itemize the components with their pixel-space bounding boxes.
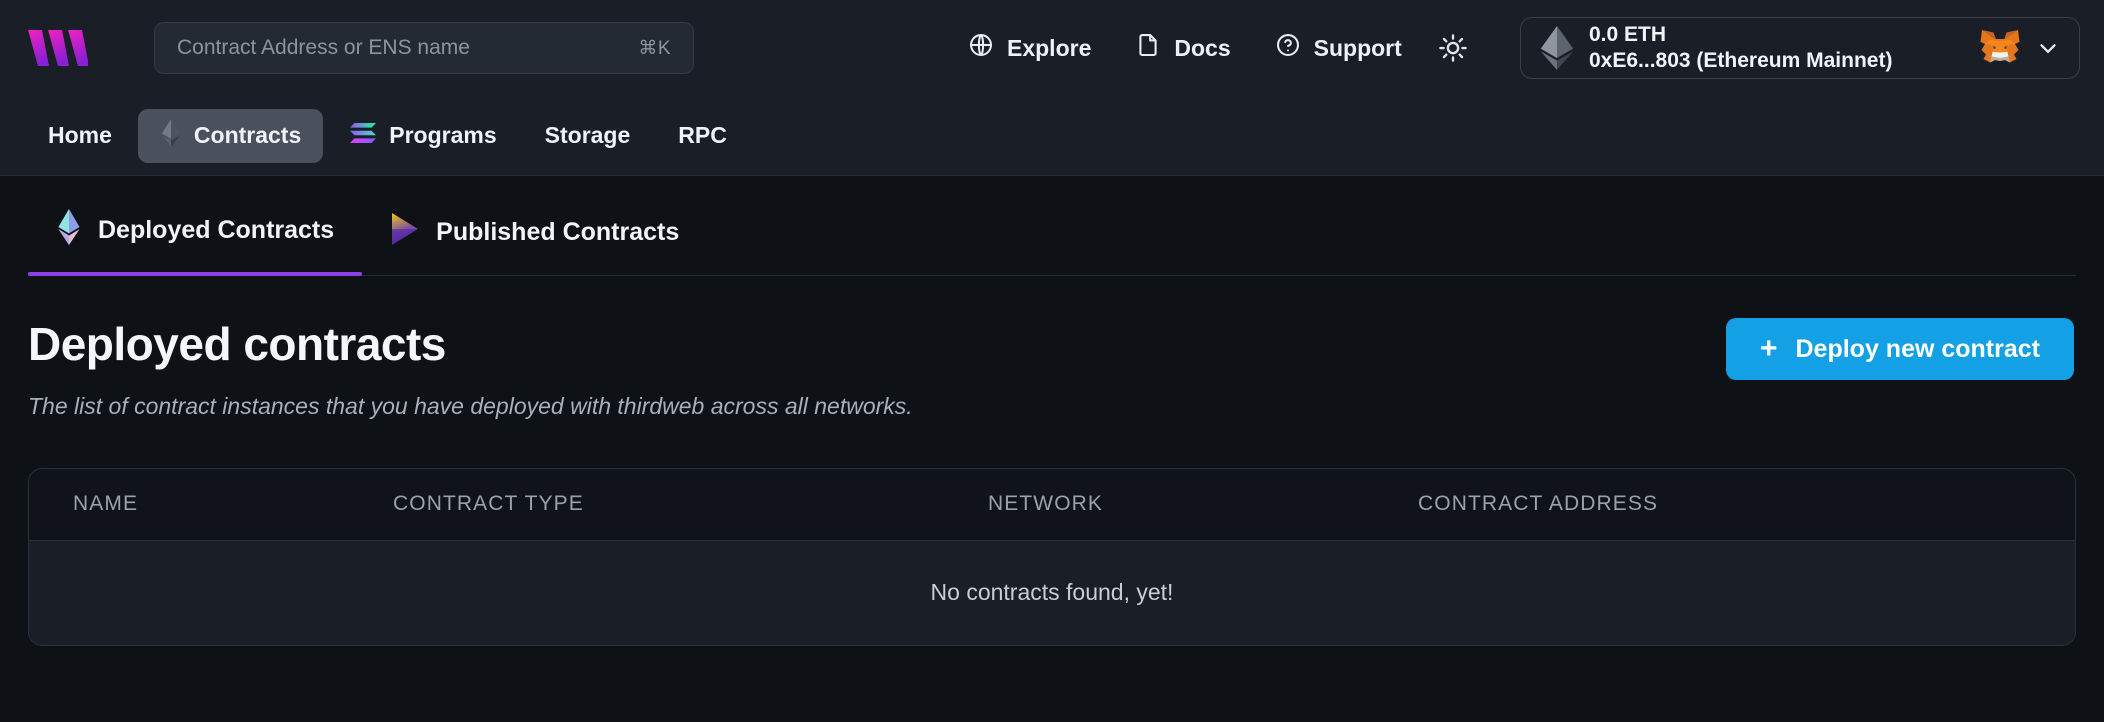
ethereum-icon (160, 118, 182, 154)
tab-label-deployed-contracts: Deployed Contracts (98, 216, 335, 244)
deployed-contracts-table: NAME CONTRACT TYPE NETWORK CONTRACT ADDR… (28, 467, 2076, 646)
topnav-item-explore[interactable]: Explore (968, 32, 1091, 64)
topnav-label-docs: Docs (1174, 34, 1231, 61)
solana-icon (349, 122, 377, 150)
subnav-label-programs: Programs (389, 122, 497, 148)
subnav-item-home[interactable]: Home (26, 109, 134, 163)
page-title: Deployed contracts (28, 318, 446, 370)
subnav-label-home: Home (48, 122, 112, 148)
subnav-label-rpc: RPC (678, 122, 727, 148)
page-header: Deployed contracts The list of contract … (28, 276, 2076, 420)
wallet-balance: 0.0 ETH (1589, 23, 1667, 47)
subnav-item-storage[interactable]: Storage (523, 109, 653, 163)
tab-label-published-contracts: Published Contracts (436, 218, 680, 246)
tab-published-contracts[interactable]: Published Contracts (362, 212, 707, 275)
page-header-text: Deployed contracts The list of contract … (28, 318, 913, 420)
deploy-button-label: Deploy new contract (1795, 334, 2041, 363)
top-nav: Explore Docs Support (968, 32, 1402, 64)
tab-deployed-contracts[interactable]: Deployed Contracts (28, 208, 363, 276)
document-icon (1135, 32, 1161, 64)
top-bar: ⌘K Explore Docs (0, 0, 2104, 96)
thirdweb-logo[interactable] (26, 26, 88, 70)
topnav-item-docs[interactable]: Docs (1135, 32, 1231, 64)
search-input[interactable] (177, 36, 639, 60)
ethereum-icon (1540, 26, 1574, 70)
page-subtitle: The list of contract instances that you … (28, 392, 913, 419)
plus-icon: + (1759, 332, 1778, 365)
ethereum-colored-icon (56, 208, 82, 253)
thirdweb-publish-icon (390, 212, 420, 253)
table-header-row: NAME CONTRACT TYPE NETWORK CONTRACT ADDR… (29, 468, 2075, 541)
content-tabs: Deployed Contracts Published Contracts (28, 176, 2076, 276)
topnav-label-explore: Explore (1007, 34, 1092, 61)
wallet-button[interactable]: 0.0 ETH 0xE6...803 (Ethereum Mainnet) (1520, 17, 2080, 79)
search-shortcut-badge: ⌘K (638, 37, 671, 59)
deploy-new-contract-button[interactable]: + Deploy new contract (1725, 318, 2074, 380)
subnav-item-contracts[interactable]: Contracts (137, 108, 324, 163)
main-content: Deployed Contracts Published Contracts D… (0, 176, 2104, 646)
table-column-contract-address: CONTRACT ADDRESS (1418, 492, 1659, 516)
topnav-label-support: Support (1313, 34, 1402, 61)
table-column-network: NETWORK (988, 492, 1104, 516)
chevron-down-icon[interactable] (2035, 35, 2061, 61)
wallet-address-network: 0xE6...803 (Ethereum Mainnet) (1589, 48, 1893, 72)
table-empty-state: No contracts found, yet! (29, 540, 2075, 645)
question-circle-icon (1275, 32, 1301, 64)
subnav-item-rpc[interactable]: RPC (656, 109, 749, 163)
sun-icon[interactable] (1430, 25, 1476, 71)
topnav-item-support[interactable]: Support (1275, 32, 1402, 64)
table-empty-message: No contracts found, yet! (930, 579, 1174, 606)
search-box[interactable]: ⌘K (154, 22, 694, 74)
subnav-item-programs[interactable]: Programs (327, 109, 518, 163)
globe-icon (968, 32, 994, 64)
subnav-label-contracts: Contracts (193, 122, 302, 148)
subnav-label-storage: Storage (544, 122, 631, 148)
metamask-fox-icon (1980, 30, 2020, 63)
table-column-name: NAME (73, 492, 139, 516)
sub-nav: Home Contracts Programs Storage RPC (0, 96, 2104, 176)
table-column-contract-type: CONTRACT TYPE (393, 492, 584, 516)
